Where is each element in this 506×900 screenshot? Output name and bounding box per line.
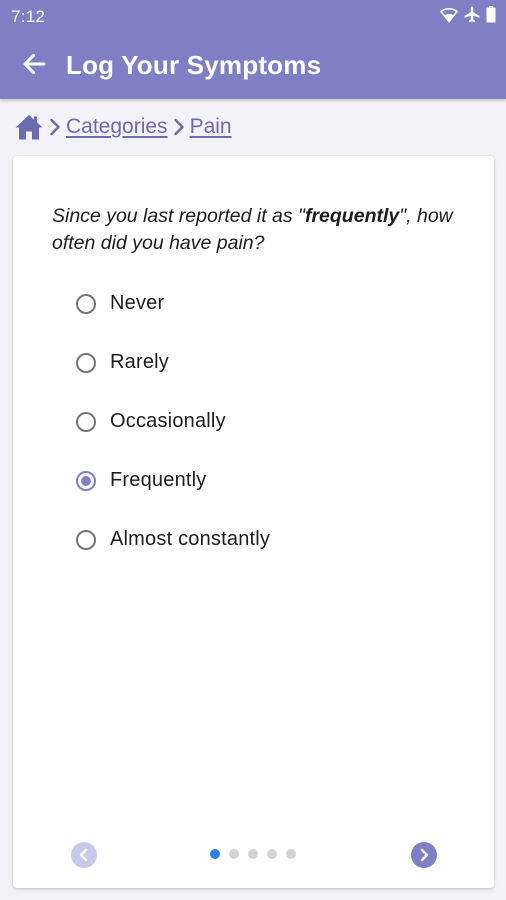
radio-button[interactable] xyxy=(76,293,96,314)
option-occasionally[interactable]: Occasionally xyxy=(76,392,270,451)
option-label: Frequently xyxy=(110,469,207,491)
option-label: Rarely xyxy=(110,351,169,373)
home-icon[interactable] xyxy=(14,113,44,141)
back-button[interactable] xyxy=(18,50,50,82)
question-card: Since you last reported it as "frequentl… xyxy=(13,156,494,888)
status-time: 7:12 xyxy=(11,7,46,26)
radio-button[interactable] xyxy=(76,352,96,373)
page-indicator xyxy=(210,849,296,859)
next-button[interactable] xyxy=(411,842,437,868)
option-label: Never xyxy=(110,292,165,314)
chevron-right-icon xyxy=(44,111,66,143)
question-prefix: Since you last reported it as " xyxy=(52,205,305,227)
chevron-right-icon xyxy=(168,111,190,143)
page-dot xyxy=(248,849,258,859)
status-icons xyxy=(439,6,496,28)
status-bar: 7:12 xyxy=(0,0,506,33)
chevron-right-icon xyxy=(418,848,430,862)
page-dot-active xyxy=(210,849,220,859)
answer-options: Never Rarely Occasionally Frequently Alm… xyxy=(76,274,270,569)
option-rarely[interactable]: Rarely xyxy=(76,333,270,392)
option-label: Occasionally xyxy=(110,410,226,432)
page-dot xyxy=(229,849,239,859)
option-frequently[interactable]: Frequently xyxy=(76,451,270,510)
radio-button[interactable] xyxy=(76,529,96,550)
question-text: Since you last reported it as "frequentl… xyxy=(52,203,472,257)
chevron-left-icon xyxy=(78,848,90,862)
page-dot xyxy=(286,849,296,859)
radio-button-selected[interactable] xyxy=(76,470,96,491)
battery-icon xyxy=(486,6,496,28)
option-almost-constantly[interactable]: Almost constantly xyxy=(76,510,270,569)
option-never[interactable]: Never xyxy=(76,274,270,333)
app-bar: Log Your Symptoms xyxy=(0,33,506,99)
radio-button[interactable] xyxy=(76,411,96,432)
wifi-icon xyxy=(439,7,459,28)
airplane-icon xyxy=(464,6,480,28)
breadcrumb-link-pain[interactable]: Pain xyxy=(190,115,232,139)
option-label: Almost constantly xyxy=(110,528,271,550)
breadcrumb: Categories Pain xyxy=(14,111,232,143)
question-emphasis: frequently xyxy=(304,205,400,227)
page-dot xyxy=(267,849,277,859)
breadcrumb-link-categories[interactable]: Categories xyxy=(66,115,168,139)
previous-button[interactable] xyxy=(71,842,97,868)
arrow-left-icon xyxy=(21,51,47,82)
page-title: Log Your Symptoms xyxy=(66,50,322,80)
